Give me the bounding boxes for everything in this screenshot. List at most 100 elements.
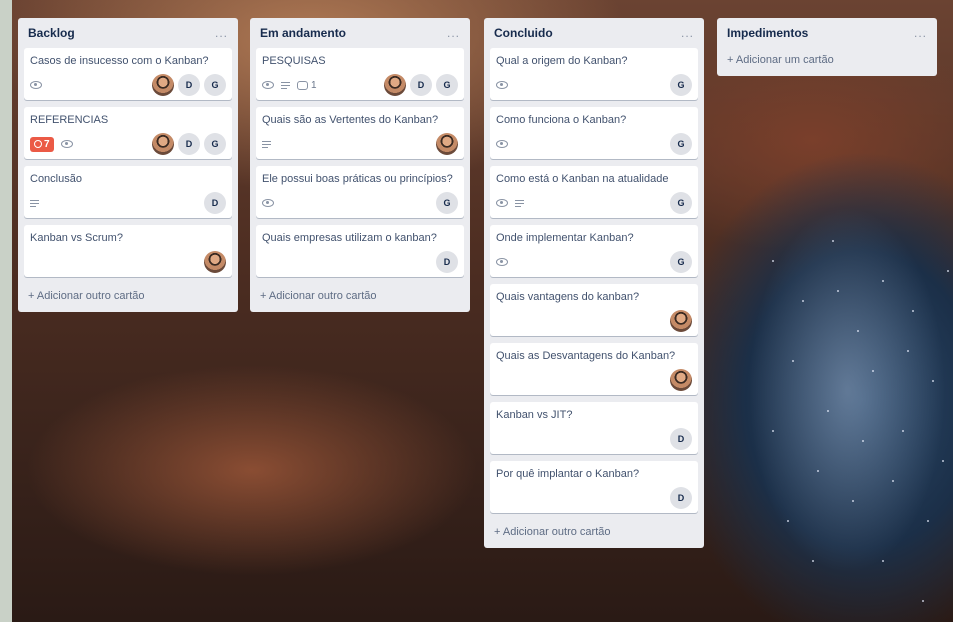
card-title: Quais são as Vertentes do Kanban? xyxy=(262,114,439,126)
card-badges xyxy=(262,140,271,148)
description-icon xyxy=(281,81,290,89)
list-header[interactable]: Impedimentos ... xyxy=(723,18,931,48)
member-avatar-initial[interactable]: G xyxy=(670,133,692,155)
add-card-button[interactable]: + Adicionar outro cartão xyxy=(256,284,464,308)
list-menu-icon[interactable]: ... xyxy=(681,26,694,40)
member-avatar-initial[interactable]: G xyxy=(436,74,458,96)
watch-icon xyxy=(496,258,508,266)
member-avatar-initial[interactable]: D xyxy=(204,192,226,214)
member-avatar-initial[interactable]: D xyxy=(670,487,692,509)
member-avatar-initial[interactable]: G xyxy=(670,74,692,96)
member-avatar-initial[interactable]: G xyxy=(204,133,226,155)
list-menu-icon[interactable]: ... xyxy=(914,26,927,40)
card-title: Quais empresas utilizam o kanban? xyxy=(262,232,437,244)
member-avatar-initial[interactable]: G xyxy=(204,74,226,96)
member-avatar-photo[interactable] xyxy=(204,251,226,273)
card[interactable]: Qual a origem do Kanban? G xyxy=(490,48,698,100)
card-title: Onde implementar Kanban? xyxy=(496,232,634,244)
card-members: DG xyxy=(152,133,226,155)
card-badges xyxy=(496,199,524,207)
card-members xyxy=(436,133,458,155)
star-dot xyxy=(772,260,774,262)
member-avatar-photo[interactable] xyxy=(670,369,692,391)
star-dot xyxy=(802,300,804,302)
member-avatar-initial[interactable]: D xyxy=(410,74,432,96)
card-badges xyxy=(262,199,274,207)
star-dot xyxy=(857,330,859,332)
card[interactable]: Quais são as Vertentes do Kanban? xyxy=(256,107,464,159)
card-footer: DG xyxy=(30,74,226,96)
card-footer xyxy=(30,251,226,273)
card-container: PESQUISAS 1 D G Quais são as Vertentes do Ka… xyxy=(256,48,464,277)
card-members: G xyxy=(670,133,692,155)
card[interactable]: Por quê implantar o Kanban? D xyxy=(490,461,698,513)
member-avatar-photo[interactable] xyxy=(384,74,406,96)
list-menu-icon[interactable]: ... xyxy=(447,26,460,40)
card[interactable]: Quais as Desvantagens do Kanban? xyxy=(490,343,698,395)
member-avatar-initial[interactable]: D xyxy=(436,251,458,273)
card[interactable]: Kanban vs JIT? D xyxy=(490,402,698,454)
card[interactable]: Kanban vs Scrum? xyxy=(24,225,232,277)
card[interactable]: REFERENCIAS 7 D G xyxy=(24,107,232,159)
member-avatar-initial[interactable]: G xyxy=(670,251,692,273)
card-members: DG xyxy=(384,74,458,96)
description-icon xyxy=(262,140,271,148)
add-card-button[interactable]: + Adicionar outro cartão xyxy=(24,284,232,308)
star-dot xyxy=(817,470,819,472)
card[interactable]: Como está o Kanban na atualidade G xyxy=(490,166,698,218)
star-dot xyxy=(787,520,789,522)
card-title: Qual a origem do Kanban? xyxy=(496,55,628,67)
watch-icon xyxy=(60,140,73,148)
list-backlog: Backlog ... Casos de insucesso com o Kan… xyxy=(18,18,238,312)
card[interactable]: PESQUISAS 1 D G xyxy=(256,48,464,100)
list-title[interactable]: Concluido xyxy=(494,26,553,40)
due-date-value: 7 xyxy=(44,138,50,150)
member-avatar-initial[interactable]: D xyxy=(670,428,692,450)
member-avatar-initial[interactable]: G xyxy=(670,192,692,214)
member-avatar-photo[interactable] xyxy=(436,133,458,155)
list-header[interactable]: Backlog ... xyxy=(24,18,232,48)
member-avatar-photo[interactable] xyxy=(152,133,174,155)
card-badges xyxy=(496,140,508,148)
card-footer: D xyxy=(262,251,458,273)
star-dot xyxy=(942,460,944,462)
card-footer: G xyxy=(496,192,692,214)
card-title: Ele possui boas práticas ou princípios? xyxy=(262,173,453,185)
member-avatar-initial[interactable]: G xyxy=(436,192,458,214)
card-members xyxy=(670,310,692,332)
card-members: D xyxy=(670,428,692,450)
card-title: Conclusão xyxy=(30,173,82,185)
card[interactable]: Casos de insucesso com o Kanban? D G xyxy=(24,48,232,100)
card[interactable]: Conclusão D xyxy=(24,166,232,218)
star-dot xyxy=(772,430,774,432)
star-dot xyxy=(882,280,884,282)
card[interactable]: Quais vantagens do kanban? xyxy=(490,284,698,336)
watch-icon xyxy=(30,81,42,89)
card-footer xyxy=(496,310,692,332)
list-title[interactable]: Backlog xyxy=(28,26,75,40)
card-footer: G xyxy=(496,251,692,273)
description-icon xyxy=(515,199,524,207)
member-avatar-photo[interactable] xyxy=(670,310,692,332)
card[interactable]: Ele possui boas práticas ou princípios? G xyxy=(256,166,464,218)
card[interactable]: Onde implementar Kanban? G xyxy=(490,225,698,277)
card-badges xyxy=(30,81,42,89)
card-footer: G xyxy=(496,74,692,96)
member-avatar-initial[interactable]: D xyxy=(178,133,200,155)
add-card-button[interactable]: + Adicionar outro cartão xyxy=(490,520,698,544)
card-footer: D xyxy=(496,428,692,450)
list-header[interactable]: Concluido ... xyxy=(490,18,698,48)
list-header[interactable]: Em andamento ... xyxy=(256,18,464,48)
card[interactable]: Como funciona o Kanban? G xyxy=(490,107,698,159)
member-avatar-photo[interactable] xyxy=(152,74,174,96)
list-title[interactable]: Impedimentos xyxy=(727,26,808,40)
list-menu-icon[interactable]: ... xyxy=(215,26,228,40)
star-dot xyxy=(907,350,909,352)
due-date-badge[interactable]: 7 xyxy=(30,136,54,152)
card-title: Kanban vs Scrum? xyxy=(30,232,123,244)
member-avatar-initial[interactable]: D xyxy=(178,74,200,96)
card[interactable]: Quais empresas utilizam o kanban? D xyxy=(256,225,464,277)
list-title[interactable]: Em andamento xyxy=(260,26,346,40)
card-footer: 1 DG xyxy=(262,74,458,96)
add-card-button[interactable]: + Adicionar um cartão xyxy=(723,48,931,72)
